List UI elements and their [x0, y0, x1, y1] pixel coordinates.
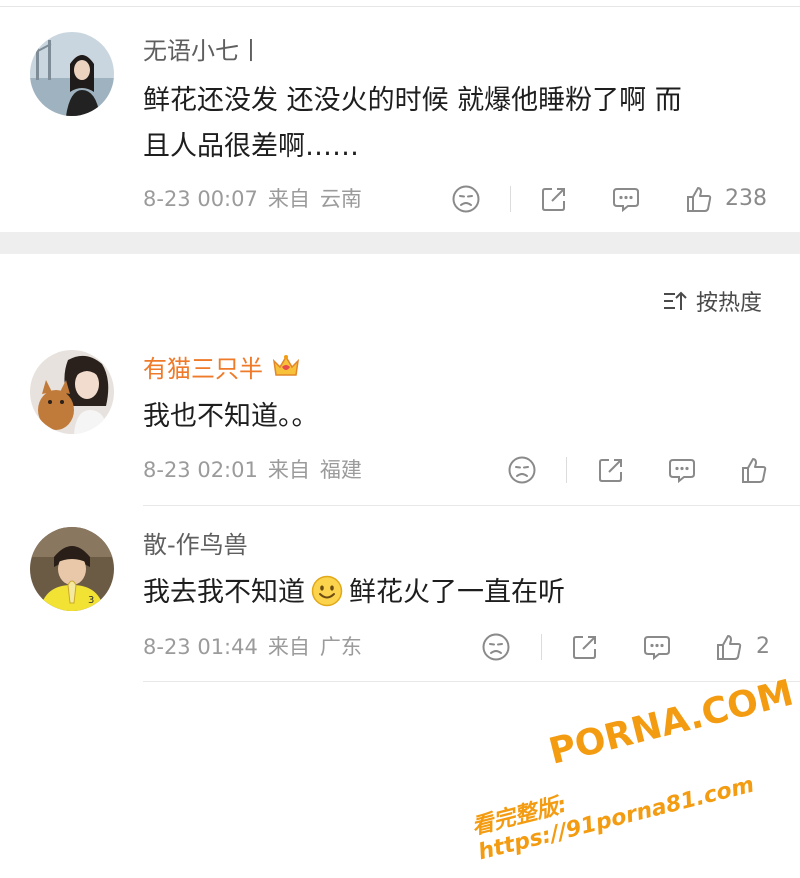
- action-separator: [510, 186, 511, 212]
- smile-emoji-icon: [311, 575, 343, 607]
- sort-icon: [664, 291, 687, 310]
- username-text: 有猫三只半: [143, 355, 263, 383]
- comment-button[interactable]: [609, 182, 643, 216]
- comment-icon: [669, 459, 695, 484]
- share-icon: [599, 459, 622, 482]
- like-button[interactable]: [682, 182, 716, 216]
- section-divider: [0, 232, 800, 254]
- comment-text-part: 鲜花火了一直在听: [349, 577, 565, 608]
- share-button[interactable]: [594, 453, 628, 487]
- crown-icon: [271, 353, 301, 386]
- from-label: 来自: [267, 458, 310, 482]
- avatar[interactable]: 3: [30, 527, 114, 611]
- svg-text:3: 3: [88, 595, 94, 606]
- username[interactable]: 无语小七丨: [143, 36, 263, 66]
- comment-meta: 8-23 01:44 来自 广东: [143, 633, 362, 661]
- share-icon: [573, 636, 596, 659]
- comment-divider: [143, 681, 800, 682]
- comment-divider: [143, 505, 800, 506]
- comment-meta: 8-23 02:01 来自 福建: [143, 456, 362, 484]
- comment-date: 8-23 01:44: [143, 635, 258, 659]
- avatar-photo: [30, 32, 114, 116]
- comment-meta: 8-23 00:07 来自 云南: [143, 185, 362, 213]
- sort-label: 按热度: [696, 291, 763, 316]
- username[interactable]: 散-作鸟兽: [143, 530, 248, 560]
- like-count: 238: [725, 186, 767, 211]
- avatar-photo: 3: [30, 527, 114, 611]
- username[interactable]: 有猫三只半: [143, 353, 301, 386]
- dislike-button[interactable]: [449, 182, 483, 216]
- like-button[interactable]: [712, 630, 746, 664]
- dislike-button[interactable]: [505, 453, 539, 487]
- comment-date: 8-23 02:01: [143, 458, 258, 482]
- comment-text-line: 且人品很差啊……: [143, 131, 359, 162]
- from-label: 来自: [267, 635, 310, 659]
- avatar[interactable]: [30, 350, 114, 434]
- like-thumb-icon: [742, 458, 767, 483]
- comment-date: 8-23 00:07: [143, 187, 258, 211]
- comment-location: 云南: [319, 187, 362, 211]
- avatar-photo: [30, 350, 114, 434]
- avatar[interactable]: [30, 32, 114, 116]
- like-thumb-icon: [717, 635, 742, 660]
- comment-icon: [644, 636, 670, 661]
- from-label: 来自: [267, 187, 310, 211]
- comment-button[interactable]: [640, 630, 674, 664]
- like-count: 2: [756, 634, 770, 659]
- top-divider: [0, 6, 800, 7]
- comment-text-part: 我去我不知道: [143, 577, 305, 608]
- comment-text-line: 鲜花还没发 还没火的时候 就爆他睡粉了啊 而: [143, 85, 682, 116]
- share-button[interactable]: [537, 182, 571, 216]
- comment-icon: [613, 188, 639, 213]
- share-icon: [542, 188, 565, 211]
- comment-location: 福建: [319, 458, 362, 482]
- dislike-face-icon: [508, 456, 536, 484]
- like-thumb-icon: [687, 187, 712, 212]
- comment-button[interactable]: [665, 453, 699, 487]
- sort-toggle[interactable]: 按热度: [662, 285, 762, 317]
- comment-text: 我去我不知道 鲜花火了一直在听: [143, 570, 565, 616]
- action-separator: [566, 457, 567, 483]
- comment-location: 广东: [319, 635, 362, 659]
- share-button[interactable]: [568, 630, 602, 664]
- dislike-face-icon: [452, 185, 480, 213]
- dislike-button[interactable]: [479, 630, 513, 664]
- action-separator: [541, 634, 542, 660]
- like-button[interactable]: [737, 453, 771, 487]
- comment-text: 鲜花还没发 还没火的时候 就爆他睡粉了啊 而 且人品很差啊……: [143, 78, 783, 170]
- comment-text: 我也不知道。。: [143, 401, 319, 432]
- dislike-face-icon: [482, 633, 510, 661]
